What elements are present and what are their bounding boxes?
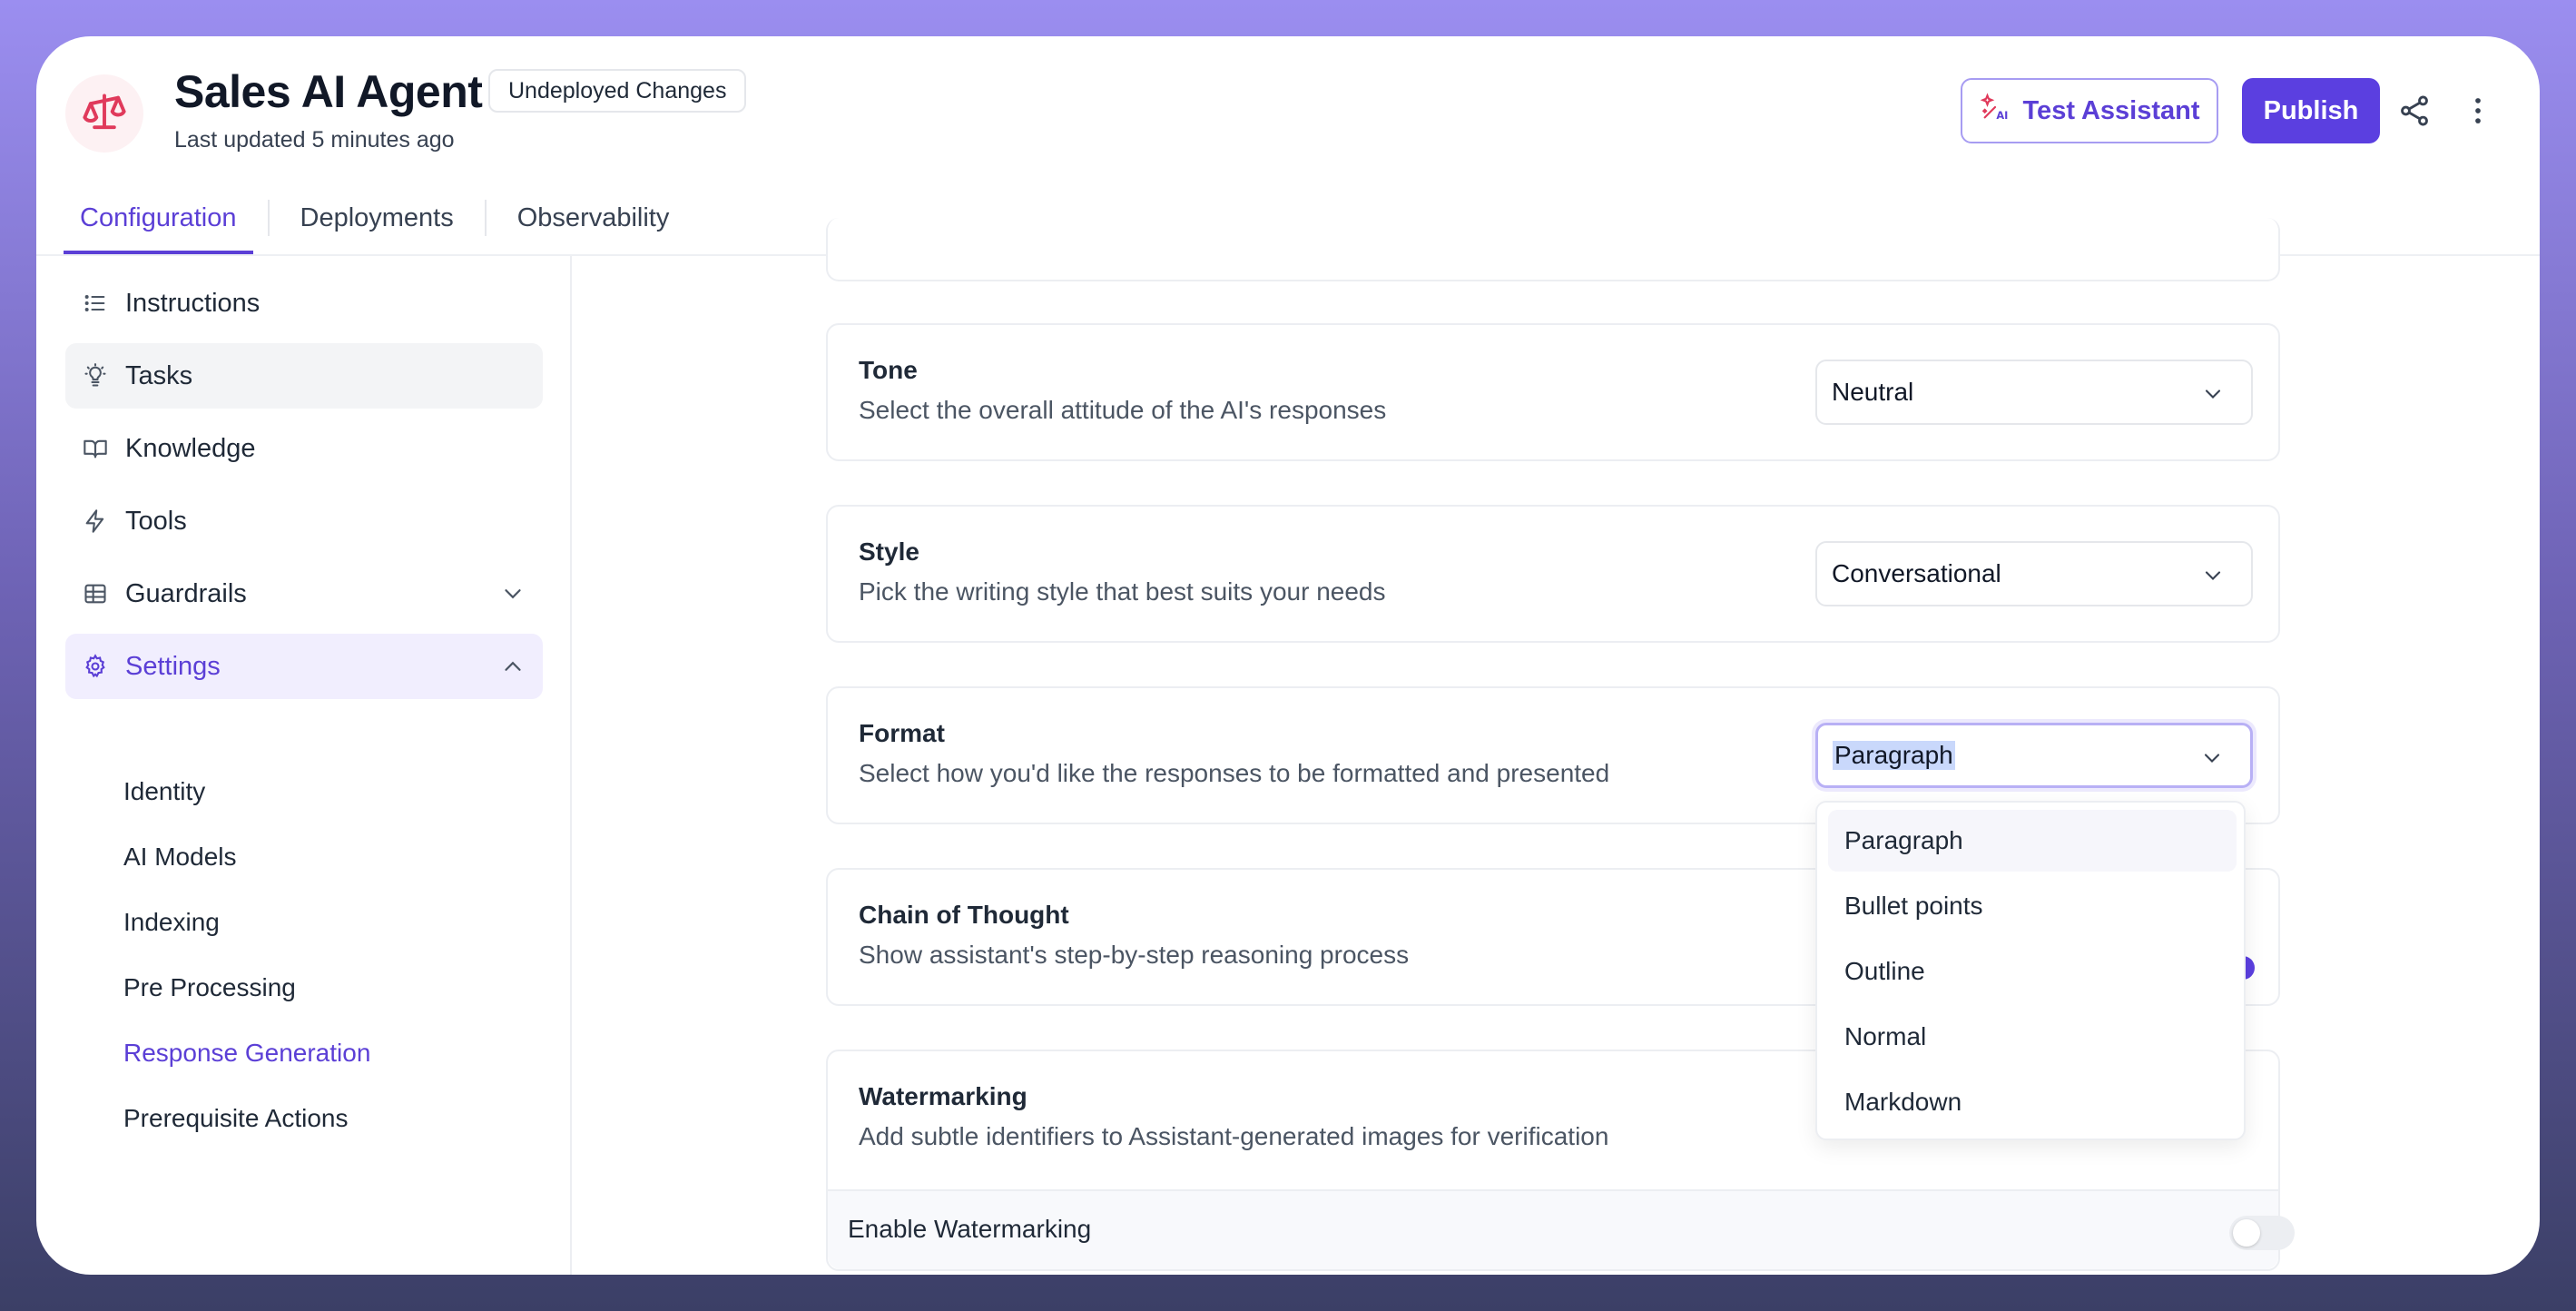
- chain-of-thought-description: Show assistant's step-by-step reasoning …: [859, 941, 1410, 969]
- sidebar-item-instructions[interactable]: Instructions: [65, 271, 543, 336]
- last-updated-text: Last updated 5 minutes ago: [174, 127, 455, 153]
- sidebar-subitem-identity[interactable]: Identity: [123, 777, 205, 806]
- sidebar-item-knowledge[interactable]: Knowledge: [65, 416, 543, 481]
- style-title: Style: [859, 537, 919, 566]
- tone-title: Tone: [859, 356, 918, 384]
- sidebar-item-label: Settings: [125, 651, 221, 681]
- tab-observability[interactable]: Observability: [501, 182, 686, 254]
- sidebar-item-label: Guardrails: [125, 578, 247, 608]
- previous-setting-card: [826, 218, 2280, 281]
- sidebar-subitem-ai-models[interactable]: AI Models: [123, 843, 237, 872]
- chevron-down-icon: [499, 580, 526, 607]
- gear-icon: [82, 653, 109, 680]
- style-setting-card: Style Pick the writing style that best s…: [826, 505, 2280, 643]
- format-option-outline[interactable]: Outline: [1828, 941, 2237, 1002]
- lightning-icon: [82, 508, 109, 535]
- sidebar-subitem-response-generation[interactable]: Response Generation: [123, 1039, 370, 1068]
- enable-watermarking-toggle[interactable]: [2229, 1216, 2295, 1250]
- sidebar-subitem-indexing[interactable]: Indexing: [123, 908, 220, 937]
- chevron-down-icon: [2199, 745, 2225, 777]
- chevron-down-icon: [2200, 381, 2226, 413]
- format-select-value: Paragraph: [1833, 741, 1955, 770]
- list-icon: [82, 290, 109, 317]
- enable-watermarking-label: Enable Watermarking: [848, 1215, 1092, 1243]
- format-select[interactable]: Paragraph: [1815, 723, 2253, 788]
- tab-configuration[interactable]: Configuration: [64, 182, 253, 254]
- scales-logo-icon: [65, 74, 143, 153]
- style-select-value: Conversational: [1832, 559, 2001, 587]
- tone-select-value: Neutral: [1832, 378, 1914, 406]
- tone-select[interactable]: Neutral: [1815, 360, 2253, 425]
- style-description: Pick the writing style that best suits y…: [859, 577, 1386, 606]
- app-window: Sales AI Agent Undeployed Changes Last u…: [36, 36, 2540, 1275]
- sidebar-item-tasks[interactable]: Tasks: [65, 343, 543, 409]
- test-assistant-label: Test Assistant: [2022, 95, 2200, 125]
- watermarking-title: Watermarking: [859, 1082, 1027, 1110]
- more-vertical-icon[interactable]: [2458, 91, 2498, 131]
- book-icon: [82, 435, 109, 462]
- tab-deployments[interactable]: Deployments: [284, 182, 470, 254]
- toggle-knob: [2233, 1219, 2260, 1247]
- format-option-bullet-points[interactable]: Bullet points: [1828, 875, 2237, 937]
- watermarking-description: Add subtle identifiers to Assistant-gene…: [859, 1122, 1609, 1150]
- tone-description: Select the overall attitude of the AI's …: [859, 396, 1387, 424]
- tab-divider: [267, 200, 270, 236]
- sidebar-item-guardrails[interactable]: Guardrails: [65, 561, 543, 626]
- status-badge: Undeployed Changes: [488, 69, 747, 113]
- share-icon[interactable]: [2394, 91, 2434, 131]
- watermarking-toggle-row: Enable Watermarking: [828, 1189, 2295, 1269]
- tone-setting-card: Tone Select the overall attitude of the …: [826, 323, 2280, 461]
- sidebar-item-label: Tools: [125, 506, 187, 536]
- tab-bar: Configuration Deployments Observability: [64, 182, 685, 254]
- format-title: Format: [859, 719, 945, 747]
- sidebar: Instructions Tasks Knowledge Tools Guard…: [36, 256, 572, 1275]
- format-dropdown-menu: Paragraph Bullet points Outline Normal M…: [1815, 801, 2246, 1140]
- format-description: Select how you'd like the responses to b…: [859, 759, 1610, 787]
- sidebar-item-label: Knowledge: [125, 433, 256, 463]
- sidebar-subitem-prerequisite-actions[interactable]: Prerequisite Actions: [123, 1104, 348, 1133]
- ai-sparkle-icon: AI: [1980, 92, 2011, 130]
- tab-divider: [484, 200, 487, 236]
- svg-text:AI: AI: [1996, 109, 2008, 122]
- lightbulb-icon: [82, 362, 109, 389]
- publish-button[interactable]: Publish: [2242, 78, 2380, 143]
- page-title: Sales AI Agent: [174, 66, 483, 117]
- table-icon: [82, 580, 109, 607]
- sidebar-subitem-pre-processing[interactable]: Pre Processing: [123, 973, 296, 1002]
- sidebar-item-label: Tasks: [125, 360, 193, 390]
- sidebar-item-tools[interactable]: Tools: [65, 488, 543, 554]
- chevron-up-icon: [499, 653, 526, 680]
- format-option-markdown[interactable]: Markdown: [1828, 1071, 2237, 1133]
- sidebar-item-settings[interactable]: Settings: [65, 634, 543, 699]
- format-option-paragraph[interactable]: Paragraph: [1828, 810, 2237, 872]
- format-option-normal[interactable]: Normal: [1828, 1006, 2237, 1068]
- test-assistant-button[interactable]: AI Test Assistant: [1961, 78, 2218, 143]
- sidebar-item-label: Instructions: [125, 288, 261, 318]
- chain-of-thought-title: Chain of Thought: [859, 901, 1069, 929]
- chevron-down-icon: [2200, 563, 2226, 595]
- style-select[interactable]: Conversational: [1815, 541, 2253, 606]
